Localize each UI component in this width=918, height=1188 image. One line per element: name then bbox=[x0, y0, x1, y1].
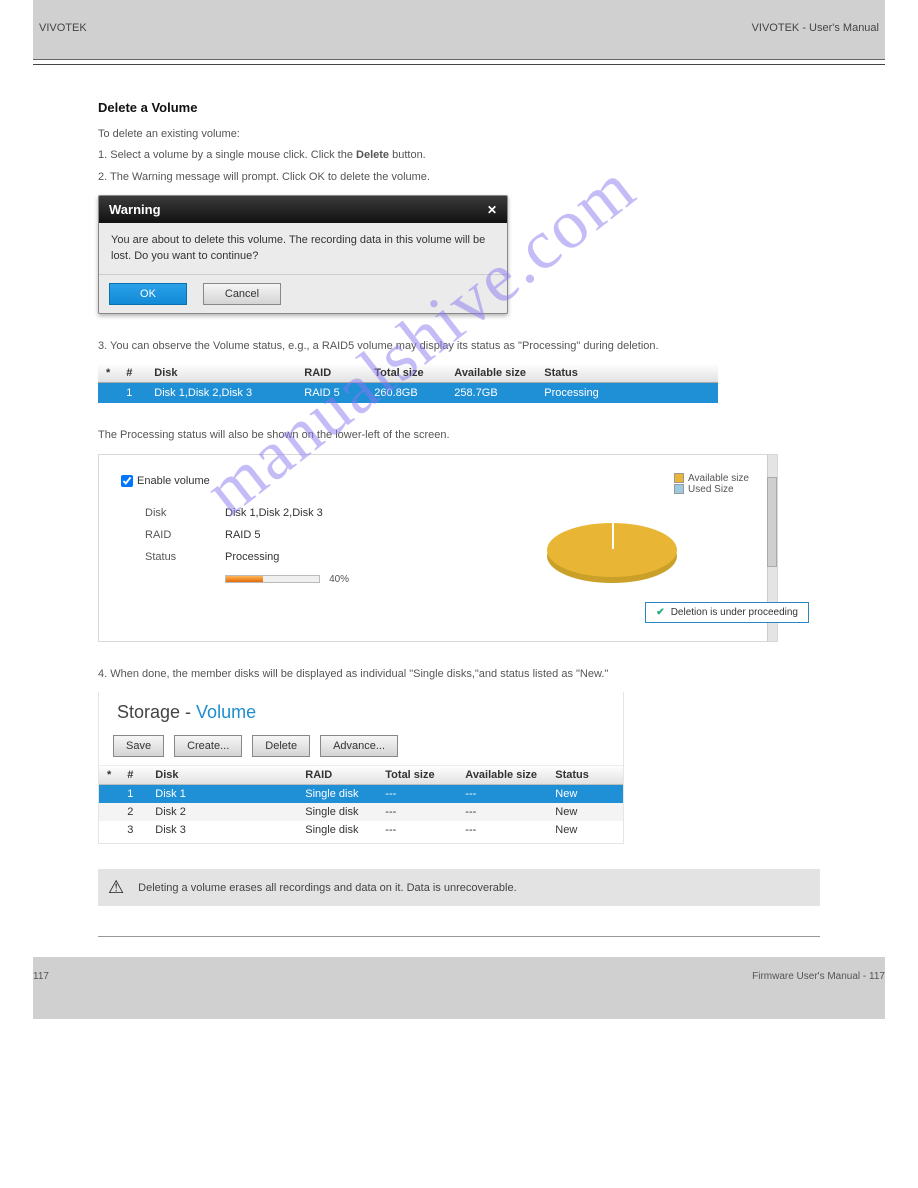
cancel-button[interactable]: Cancel bbox=[203, 283, 281, 305]
caution-note: ⚠ Deleting a volume erases all recording… bbox=[98, 869, 820, 906]
warning-message: You are about to delete this volume. The… bbox=[99, 223, 507, 275]
table-row[interactable]: 1Disk 1Single disk------New bbox=[99, 785, 623, 804]
header-divider bbox=[33, 64, 885, 65]
close-icon[interactable]: ✕ bbox=[487, 203, 497, 217]
chart-legend: Available size Used Size bbox=[674, 473, 749, 495]
warning-icon: ⚠ bbox=[108, 877, 124, 898]
table-row[interactable]: 1 Disk 1,Disk 2,Disk 3 RAID 5 260.8GB 25… bbox=[98, 383, 718, 404]
paragraph-step2: 2. The Warning message will prompt. Clic… bbox=[98, 170, 820, 185]
paragraph-step3: 3. You can observe the Volume status, e.… bbox=[98, 339, 820, 354]
ok-button[interactable]: OK bbox=[109, 283, 187, 305]
footer-page-right: 117 bbox=[869, 971, 885, 982]
paragraph-intro: To delete an existing volume: bbox=[98, 127, 820, 142]
col-avail: Available size bbox=[446, 364, 536, 383]
breadcrumb: Storage - Volume bbox=[99, 692, 623, 727]
volume-detail-panel: Enable volume DiskDisk 1,Disk 2,Disk 3 R… bbox=[98, 454, 778, 642]
table-row[interactable]: 3Disk 3Single disk------New bbox=[99, 821, 623, 839]
status-toast: ✔ Deletion is under proceeding bbox=[645, 602, 809, 623]
save-button[interactable]: Save bbox=[113, 735, 164, 757]
check-icon: ✔ bbox=[656, 607, 664, 618]
storage-disk-table: * # Disk RAID Total size Available size … bbox=[99, 766, 623, 839]
col-num: # bbox=[118, 364, 146, 383]
col-status: Status bbox=[536, 364, 718, 383]
header-brand: VIVOTEK bbox=[39, 22, 87, 34]
scrollbar-thumb[interactable] bbox=[767, 477, 777, 567]
footer-text: Firmware User's Manual - bbox=[752, 971, 869, 982]
paragraph-step4: 4. When done, the member disks will be d… bbox=[98, 667, 820, 682]
storage-volume-panel: Storage - Volume Save Create... Delete A… bbox=[98, 692, 624, 844]
advance-button[interactable]: Advance... bbox=[320, 735, 398, 757]
volume-status-table: * # Disk RAID Total size Available size … bbox=[98, 364, 718, 403]
col-total: Total size bbox=[366, 364, 446, 383]
footer-page-left: 117 bbox=[33, 971, 49, 1019]
col-star: * bbox=[98, 364, 118, 383]
warning-title: Warning bbox=[109, 202, 161, 217]
enable-volume-checkbox[interactable]: Enable volume bbox=[121, 475, 210, 487]
paragraph-processing-note: The Processing status will also be shown… bbox=[98, 428, 820, 443]
paragraph-step1: 1. Select a volume by a single mouse cli… bbox=[98, 148, 820, 163]
page-header-bar: VIVOTEK VIVOTEK - User's Manual bbox=[33, 0, 885, 60]
volume-info-table: DiskDisk 1,Disk 2,Disk 3 RAIDRAID 5 Stat… bbox=[121, 501, 351, 591]
header-right: VIVOTEK - User's Manual bbox=[752, 22, 879, 34]
footer-divider bbox=[98, 936, 820, 937]
page-footer-bar: 117 Firmware User's Manual - 117 bbox=[33, 957, 885, 1019]
caution-text: Deleting a volume erases all recordings … bbox=[138, 882, 517, 894]
col-raid: RAID bbox=[296, 364, 366, 383]
col-disk: Disk bbox=[146, 364, 296, 383]
usage-pie-chart bbox=[547, 523, 677, 577]
warning-dialog: Warning ✕ You are about to delete this v… bbox=[98, 195, 508, 314]
progress-bar bbox=[225, 575, 320, 583]
create-button[interactable]: Create... bbox=[174, 735, 242, 757]
enable-volume-input[interactable] bbox=[121, 475, 133, 487]
progress-percent: 40% bbox=[329, 574, 349, 585]
delete-button[interactable]: Delete bbox=[252, 735, 310, 757]
table-row[interactable]: 2Disk 2Single disk------New bbox=[99, 803, 623, 821]
section-title-delete-volume: Delete a Volume bbox=[98, 100, 885, 115]
